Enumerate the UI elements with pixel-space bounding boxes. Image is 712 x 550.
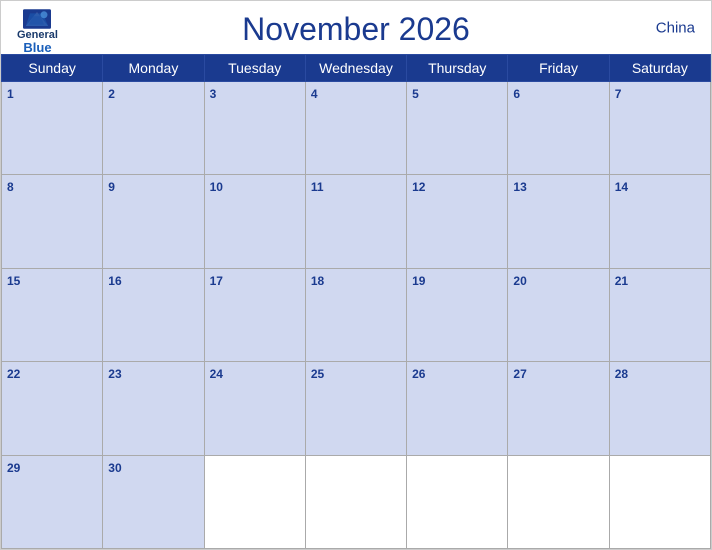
general-blue-logo-icon — [23, 9, 51, 29]
calendar-cell-week2-day5: 13 — [508, 175, 609, 268]
day-number: 14 — [615, 180, 628, 194]
day-number: 19 — [412, 274, 425, 288]
header-wednesday: Wednesday — [305, 55, 406, 82]
day-number: 8 — [7, 180, 14, 194]
calendar-cell-week4-day0: 22 — [2, 362, 103, 455]
day-number: 1 — [7, 87, 14, 101]
header-sunday: Sunday — [2, 55, 103, 82]
day-number: 26 — [412, 367, 425, 381]
day-number: 24 — [210, 367, 223, 381]
calendar-cell-week1-day5: 6 — [508, 82, 609, 175]
day-number: 16 — [108, 274, 121, 288]
calendar-cell-week4-day1: 23 — [103, 362, 204, 455]
header-saturday: Saturday — [609, 55, 710, 82]
calendar-title: November 2026 — [242, 11, 470, 48]
calendar-cell-week3-day2: 17 — [204, 268, 305, 361]
day-number: 9 — [108, 180, 115, 194]
calendar-cell-week2-day3: 11 — [305, 175, 406, 268]
calendar-body: 1234567891011121314151617181920212223242… — [2, 82, 711, 549]
day-number: 2 — [108, 87, 115, 101]
calendar-cell-week4-day5: 27 — [508, 362, 609, 455]
calendar-cell-week2-day0: 8 — [2, 175, 103, 268]
logo-area: General Blue — [17, 9, 58, 54]
calendar-week-row-3: 15 16 17 18 19 20 21 — [2, 268, 711, 361]
calendar-cell-week5-day0: 29 — [2, 455, 103, 548]
header-monday: Monday — [103, 55, 204, 82]
day-number: 4 — [311, 87, 318, 101]
calendar-cell-week3-day1: 16 — [103, 268, 204, 361]
calendar-cell-week2-day1: 9 — [103, 175, 204, 268]
day-number: 30 — [108, 461, 121, 475]
day-number: 28 — [615, 367, 628, 381]
calendar-cell-week5-day3 — [305, 455, 406, 548]
calendar-cell-week2-day6: 14 — [609, 175, 710, 268]
header-friday: Friday — [508, 55, 609, 82]
day-number: 29 — [7, 461, 20, 475]
calendar-wrapper: General Blue November 2026 China Sunday … — [0, 0, 712, 550]
calendar-cell-week4-day6: 28 — [609, 362, 710, 455]
calendar-week-row-4: 22 23 24 25 26 27 28 — [2, 362, 711, 455]
day-number: 10 — [210, 180, 223, 194]
header-tuesday: Tuesday — [204, 55, 305, 82]
calendar-cell-week1-day0: 1 — [2, 82, 103, 175]
weekday-header-row: Sunday Monday Tuesday Wednesday Thursday… — [2, 55, 711, 82]
calendar-cell-week4-day3: 25 — [305, 362, 406, 455]
calendar-cell-week5-day2 — [204, 455, 305, 548]
day-number: 12 — [412, 180, 425, 194]
day-number: 22 — [7, 367, 20, 381]
day-number: 18 — [311, 274, 324, 288]
day-number: 25 — [311, 367, 324, 381]
day-number: 7 — [615, 87, 622, 101]
calendar-cell-week3-day0: 15 — [2, 268, 103, 361]
header-thursday: Thursday — [407, 55, 508, 82]
day-number: 5 — [412, 87, 419, 101]
calendar-cell-week4-day2: 24 — [204, 362, 305, 455]
day-number: 21 — [615, 274, 628, 288]
calendar-cell-week5-day6 — [609, 455, 710, 548]
calendar-cell-week1-day3: 4 — [305, 82, 406, 175]
calendar-cell-week2-day2: 10 — [204, 175, 305, 268]
day-number: 6 — [513, 87, 520, 101]
calendar-cell-week3-day3: 18 — [305, 268, 406, 361]
day-number: 11 — [311, 180, 324, 194]
day-number: 23 — [108, 367, 121, 381]
calendar-week-row-1: 1 2 3 4 5 6 7 — [2, 82, 711, 175]
calendar-cell-week1-day4: 5 — [407, 82, 508, 175]
calendar-table: Sunday Monday Tuesday Wednesday Thursday… — [1, 54, 711, 549]
calendar-cell-week1-day1: 2 — [103, 82, 204, 175]
calendar-cell-week3-day5: 20 — [508, 268, 609, 361]
day-number: 27 — [513, 367, 526, 381]
calendar-cell-week3-day6: 21 — [609, 268, 710, 361]
calendar-header: General Blue November 2026 China — [1, 1, 711, 54]
calendar-cell-week5-day4 — [407, 455, 508, 548]
day-number: 15 — [7, 274, 20, 288]
day-number: 20 — [513, 274, 526, 288]
calendar-cell-week5-day1: 30 — [103, 455, 204, 548]
calendar-cell-week1-day2: 3 — [204, 82, 305, 175]
day-number: 17 — [210, 274, 223, 288]
day-number: 13 — [513, 180, 526, 194]
calendar-cell-week2-day4: 12 — [407, 175, 508, 268]
logo-blue-text: Blue — [23, 41, 51, 54]
country-label: China — [656, 19, 695, 36]
calendar-week-row-5: 29 30 — [2, 455, 711, 548]
day-number: 3 — [210, 87, 217, 101]
calendar-cell-week5-day5 — [508, 455, 609, 548]
calendar-cell-week3-day4: 19 — [407, 268, 508, 361]
calendar-week-row-2: 8 9 10 11 12 13 14 — [2, 175, 711, 268]
calendar-cell-week4-day4: 26 — [407, 362, 508, 455]
calendar-cell-week1-day6: 7 — [609, 82, 710, 175]
